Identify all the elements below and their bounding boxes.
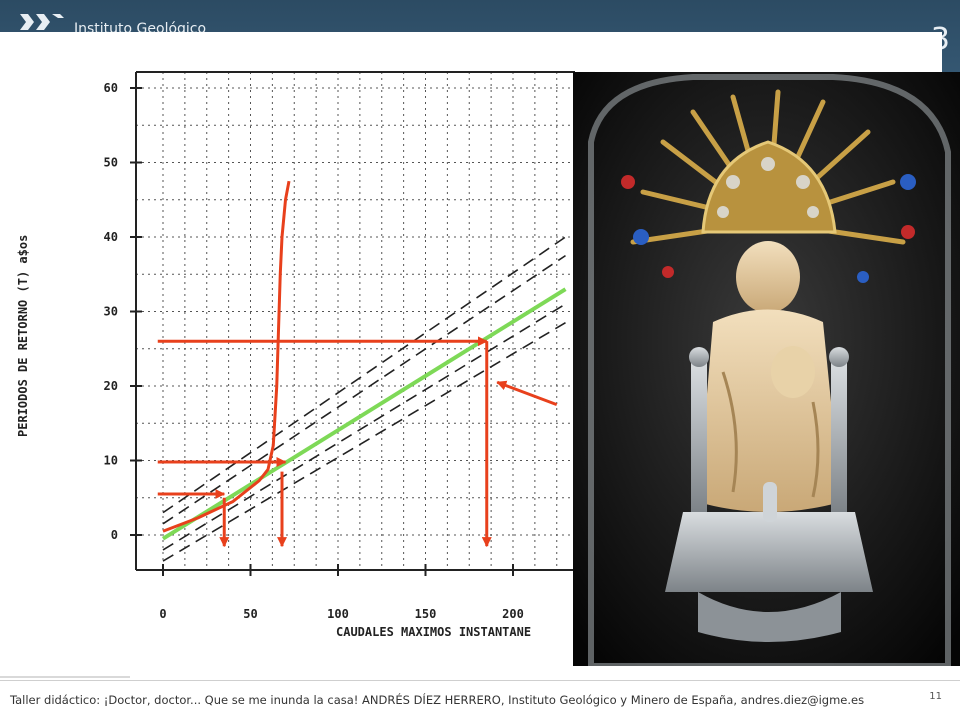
- y-tick-label: 40: [104, 230, 118, 244]
- y-tick-label: 20: [104, 379, 118, 393]
- x-tick-label: 200: [502, 607, 524, 621]
- series-line-1: [162, 254, 566, 525]
- y-tick-label: 50: [104, 156, 118, 170]
- footer-credit: Taller didáctico: ¡Doctor, doctor... Que…: [10, 693, 865, 707]
- x-axis-title: CAUDALES MAXIMOS INSTANTANE: [336, 625, 531, 639]
- y-tick-label: 10: [104, 454, 118, 468]
- x-tick-label: 0: [159, 607, 166, 621]
- x-tick-label: 150: [415, 607, 437, 621]
- x-tick-label: 50: [243, 607, 257, 621]
- virgin-statue-photo: [573, 72, 960, 666]
- y-tick-label: 0: [111, 528, 118, 542]
- footer: Taller didáctico: ¡Doctor, doctor... Que…: [0, 680, 960, 721]
- y-tick-label: 60: [104, 81, 118, 95]
- series-line-5: [162, 180, 291, 533]
- footer-divider: [0, 676, 130, 678]
- page-number: 11: [929, 691, 942, 702]
- series-line-3: [162, 236, 566, 514]
- y-tick-label: 30: [104, 305, 118, 319]
- y-axis-title: PERIODOS DE RETORNO (T) a$os: [16, 235, 30, 437]
- x-tick-label: 100: [327, 607, 349, 621]
